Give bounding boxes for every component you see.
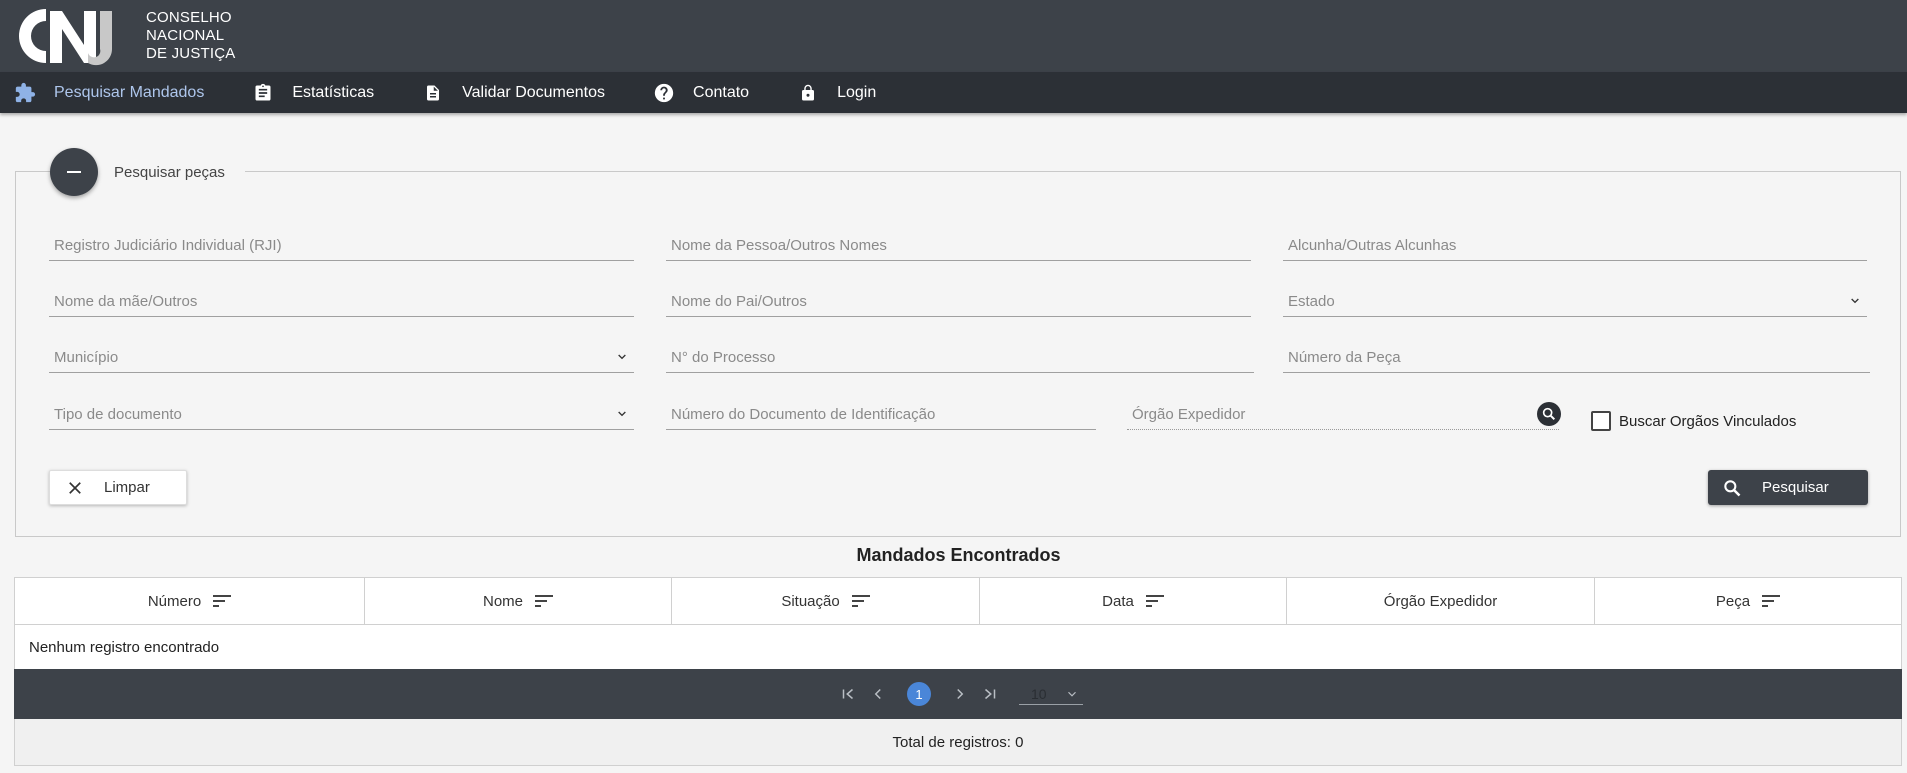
chevron-down-icon [1851,298,1859,304]
cnj-logo-mark [18,8,113,66]
rji-field[interactable] [49,231,634,261]
logo-text: CONSELHO NACIONAL DE JUSTIÇA [146,9,236,63]
estado-label: Estado [1288,293,1335,310]
sort-icon [213,595,232,607]
minus-icon [67,171,81,173]
empty-row: Nenhum registro encontrado [29,639,220,656]
tipo-documento-label: Tipo de documento [54,406,182,423]
nome-pai-input[interactable] [666,287,1251,315]
nav-pesquisar-mandados[interactable]: Pesquisar Mandados [0,72,238,113]
municipio-label: Município [54,349,119,366]
collapse-button[interactable] [50,148,98,196]
search-icon [1724,479,1741,496]
nome-pessoa-field[interactable] [666,231,1251,261]
cnj-logo[interactable]: CONSELHO NACIONAL DE JUSTIÇA [16,5,236,67]
column-data[interactable]: Data [980,578,1287,624]
column-label: Peça [1715,592,1751,610]
column-label: Número [147,592,202,610]
nome-pai-field[interactable] [666,287,1251,317]
column-label: Órgão Expedidor [1383,592,1498,610]
results-table: Número Nome Situação Data Órgão Expedido… [14,577,1902,671]
clear-label: Limpar [104,479,150,496]
close-icon [69,481,81,494]
next-page-icon[interactable] [948,682,972,706]
clipboard-icon [252,82,274,104]
nav-label: Login [837,83,877,101]
main-nav: Pesquisar Mandados Estatísticas Validar … [0,72,1907,113]
column-nome[interactable]: Nome [365,578,672,624]
processo-input[interactable] [666,343,1254,371]
rji-input[interactable] [49,231,634,259]
nav-label: Pesquisar Mandados [54,83,205,101]
alcunha-field[interactable] [1283,231,1867,261]
column-numero[interactable]: Número [15,578,365,624]
legend-label: Pesquisar peças [114,163,225,181]
sort-icon [1145,595,1164,607]
search-icon [1542,407,1556,421]
processo-field[interactable] [666,343,1254,373]
numero-documento-input[interactable] [666,400,1096,428]
checkbox-label: Buscar Orgãos Vinculados [1619,412,1797,430]
nav-login[interactable]: Login [783,72,896,113]
page-1-button[interactable]: 1 [907,682,931,706]
table-header: Número Nome Situação Data Órgão Expedido… [15,578,1901,625]
lock-icon [797,82,819,104]
prev-page-icon[interactable] [866,682,890,706]
rows-per-page-select[interactable]: 10 [1019,683,1083,705]
sort-icon [1762,595,1781,607]
logo-line-3: DE JUSTIÇA [146,45,236,62]
column-label: Nome [482,592,523,610]
nav-estatisticas[interactable]: Estatísticas [238,72,408,113]
column-label: Situação [781,592,840,610]
nav-label: Estatísticas [292,83,375,101]
alcunha-input[interactable] [1283,231,1867,259]
buscar-orgaos-vinculados[interactable]: Buscar Orgãos Vinculados [1591,410,1796,432]
column-peca[interactable]: Peça [1595,578,1901,624]
nav-label: Contato [693,83,750,101]
chevron-down-icon [1068,691,1076,697]
sort-icon [851,595,870,607]
rows-per-page-value: 10 [1031,685,1047,702]
logo-line-1: CONSELHO [146,9,232,26]
last-page-icon[interactable] [978,682,1002,706]
orgao-expedidor-field[interactable] [1127,400,1561,430]
chevron-down-icon [618,411,626,417]
header: CONSELHO NACIONAL DE JUSTIÇA [0,0,1907,72]
nav-validar-documentos[interactable]: Validar Documentos [408,72,639,113]
estado-select[interactable]: Estado [1283,287,1867,317]
nav-label: Validar Documentos [462,83,606,101]
total-records: Total de registros: 0 [14,719,1902,766]
puzzle-icon [14,82,36,104]
numero-documento-field[interactable] [666,400,1096,430]
nav-contato[interactable]: Contato [639,72,783,113]
buscar-orgaos-checkbox[interactable] [1591,411,1611,431]
search-label: Pesquisar [1762,479,1829,496]
search-button[interactable]: Pesquisar [1708,470,1868,505]
nome-mae-field[interactable] [49,287,634,317]
chevron-down-icon [618,354,626,360]
results-title: Mandados Encontrados [856,545,1061,565]
logo-line-2: NACIONAL [146,27,225,44]
municipio-select[interactable]: Município [49,343,634,373]
clear-button[interactable]: Limpar [49,470,187,505]
orgao-search-button[interactable] [1537,402,1561,426]
document-icon [422,82,444,104]
nome-mae-input[interactable] [49,287,634,315]
column-label: Data [1102,592,1134,610]
orgao-expedidor-input[interactable] [1127,400,1527,428]
paginator: 1 10 [14,669,1902,719]
column-situacao[interactable]: Situação [672,578,980,624]
numero-peca-input[interactable] [1283,343,1870,371]
first-page-icon[interactable] [836,682,860,706]
sort-icon [535,595,553,607]
search-legend: Pesquisar peças [50,148,245,196]
help-icon [653,82,675,104]
numero-peca-field[interactable] [1283,343,1870,373]
nome-pessoa-input[interactable] [666,231,1251,259]
column-orgao-expedidor: Órgão Expedidor [1287,578,1595,624]
tipo-documento-select[interactable]: Tipo de documento [49,400,634,430]
